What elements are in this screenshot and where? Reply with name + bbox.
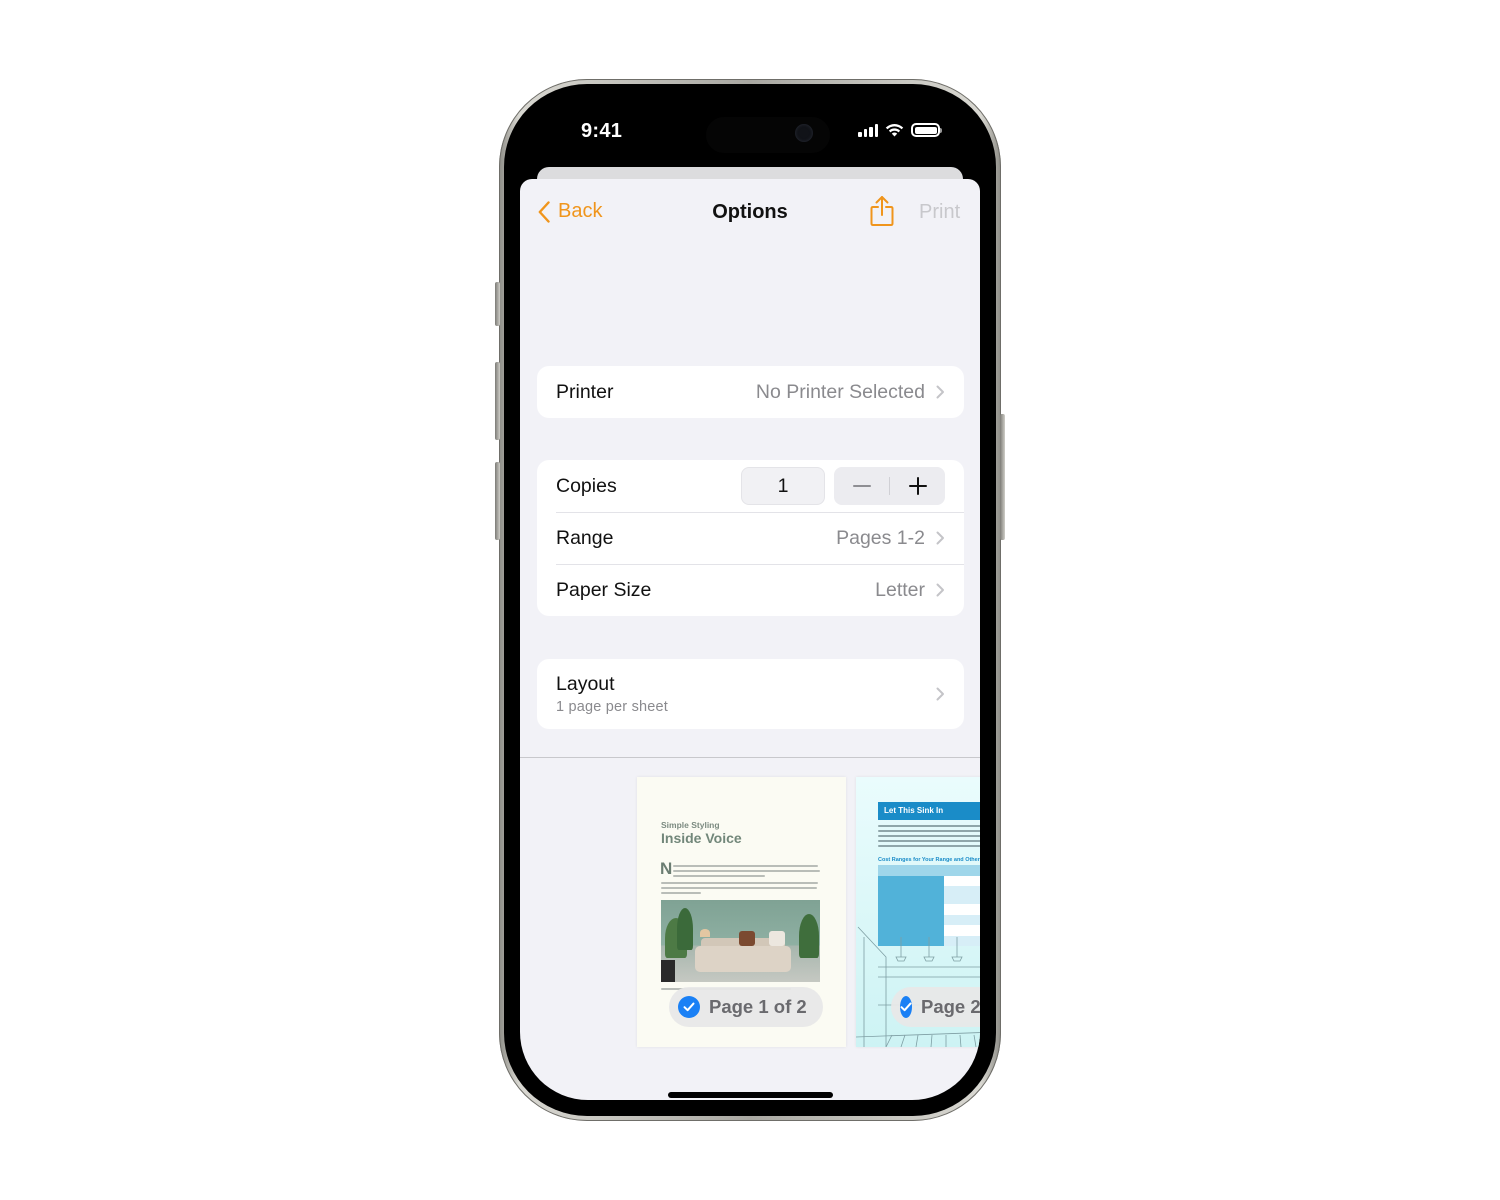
battery-level: [914, 126, 937, 134]
volume-up-button: [495, 362, 500, 440]
text-line: [673, 865, 818, 867]
printer-group: Printer No Printer Selected: [537, 366, 964, 418]
decrement-button[interactable]: [834, 467, 889, 505]
wifi-icon: [885, 124, 904, 137]
text-line: [878, 835, 980, 837]
text-line: [661, 892, 701, 894]
status-time: 9:41: [581, 120, 623, 142]
preview-divider: [520, 757, 980, 758]
living-room-photo: [661, 900, 820, 982]
printer-value: No Printer Selected: [755, 380, 925, 403]
checkmark-icon: [678, 996, 700, 1018]
preview-title: Inside Voice: [661, 830, 742, 846]
increment-button[interactable]: [890, 467, 945, 505]
preview-header: Let This Sink In: [878, 802, 980, 820]
phone-screen: 9:41 Back Options Print Printer No Print…: [520, 100, 980, 1100]
paper-size-row[interactable]: Paper Size Letter: [537, 564, 964, 616]
printer-row[interactable]: Printer No Printer Selected: [537, 366, 964, 418]
copies-stepper: [834, 467, 945, 505]
text-line: [673, 870, 820, 872]
chevron-right-icon: [936, 531, 944, 545]
action-button: [495, 282, 500, 326]
text-line: [661, 887, 817, 889]
volume-down-button: [495, 462, 500, 540]
print-settings-group: Copies 1 Range Pages 1-2 Paper Size Lett…: [537, 460, 964, 616]
chevron-right-icon: [936, 385, 944, 399]
home-indicator[interactable]: [668, 1092, 833, 1098]
chevron-left-icon: [538, 200, 550, 223]
page-badge[interactable]: Page 1 of 2: [669, 987, 823, 1027]
preview-dropcap: N: [660, 859, 673, 878]
range-value: Pages 1-2: [836, 526, 925, 549]
range-row[interactable]: Range Pages 1-2: [537, 512, 964, 564]
layout-group: Layout 1 page per sheet: [537, 659, 964, 729]
layout-subtitle: 1 page per sheet: [556, 699, 669, 715]
power-button: [1000, 414, 1005, 540]
page-title: Options: [712, 201, 788, 223]
text-line: [878, 840, 980, 842]
page-preview-1[interactable]: Simple Styling Inside Voice N Page 1 of …: [637, 777, 846, 1047]
copies-row: Copies 1: [537, 460, 964, 512]
page-preview-2[interactable]: Let This Sink In Cost Ranges for Your Ra…: [856, 777, 980, 1047]
share-button[interactable]: [869, 195, 895, 232]
front-camera: [795, 124, 813, 142]
kitchen-sketch: [856, 926, 980, 1047]
cellular-signal-icon: [858, 123, 878, 137]
layout-row[interactable]: Layout 1 page per sheet: [537, 659, 964, 729]
text-line: [673, 875, 765, 877]
printer-label: Printer: [556, 380, 614, 403]
status-icons: [858, 123, 942, 137]
share-icon: [870, 196, 894, 226]
plus-icon: [908, 477, 927, 495]
copies-input[interactable]: 1: [741, 467, 825, 505]
layout-label: Layout: [556, 673, 615, 695]
text-line: [661, 882, 818, 884]
range-label: Range: [556, 526, 614, 549]
checkmark-icon: [900, 996, 912, 1018]
preview-kicker: Simple Styling: [661, 820, 720, 830]
preview-subhead: Cost Ranges for Your Range and Other Ess…: [878, 857, 980, 863]
text-line: [878, 830, 980, 832]
paper-size-label: Paper Size: [556, 578, 652, 601]
chevron-right-icon: [936, 687, 944, 701]
print-options-sheet: Back Options Print Printer No Printer Se…: [520, 179, 980, 1100]
chevron-right-icon: [936, 583, 944, 597]
minus-icon: [852, 485, 871, 487]
paper-size-value: Letter: [875, 578, 925, 601]
page-badge-label: Page 2 of 2: [921, 996, 980, 1017]
text-line: [878, 845, 980, 847]
print-button[interactable]: Print: [919, 201, 960, 224]
battery-icon: [911, 123, 942, 137]
text-line: [878, 825, 980, 827]
back-label: Back: [558, 200, 603, 222]
back-button[interactable]: Back: [538, 200, 602, 223]
page-badge[interactable]: Page 2 of 2: [891, 987, 980, 1027]
page-badge-label: Page 1 of 2: [709, 996, 807, 1017]
